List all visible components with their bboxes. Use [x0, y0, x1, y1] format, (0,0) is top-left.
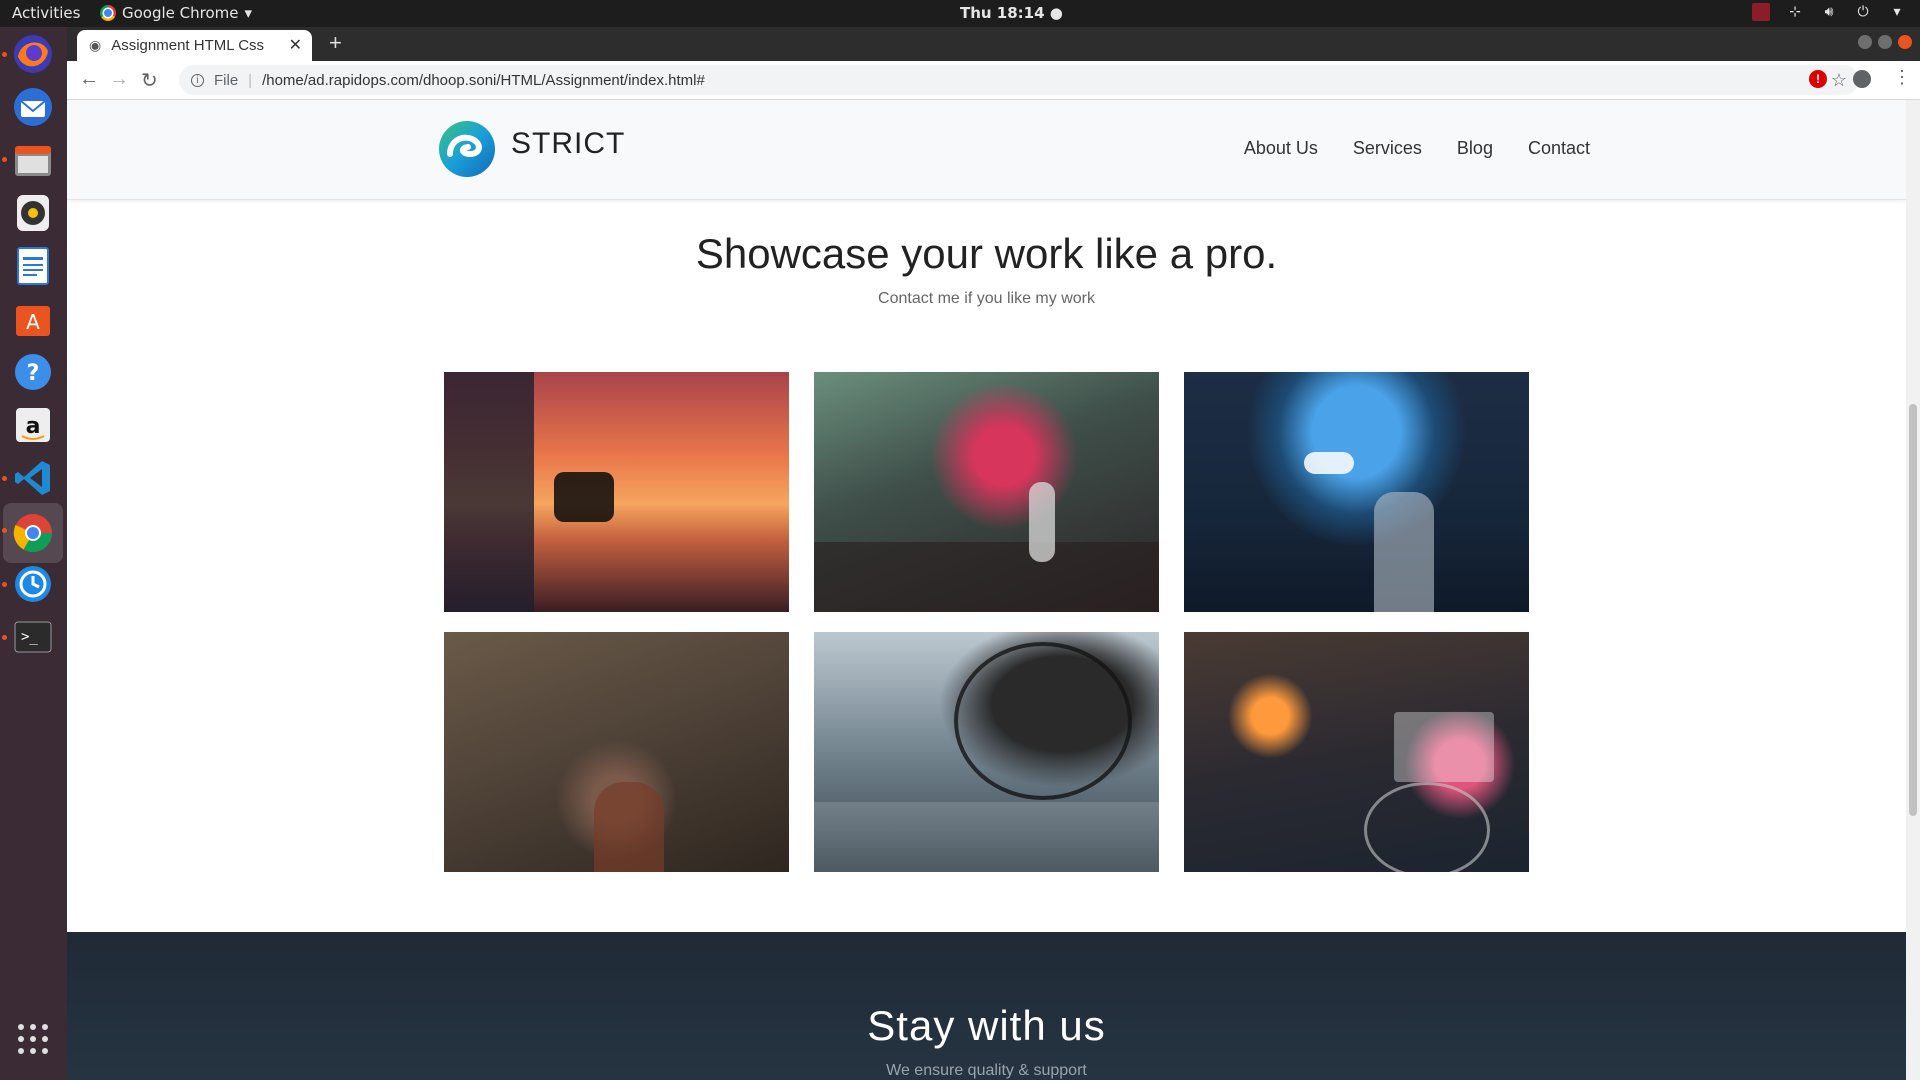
site-info-icon[interactable]: i	[191, 73, 204, 87]
clock[interactable]: Thu 18:14 ●	[960, 4, 1063, 22]
nav-link-blog[interactable]: Blog	[1457, 138, 1493, 159]
brand-name[interactable]: STRICT	[511, 127, 625, 161]
url-scheme: File	[214, 71, 239, 89]
extension-icon[interactable]: !	[1809, 70, 1827, 88]
butterflies-photo[interactable]	[444, 632, 789, 872]
libreoffice-writer-icon[interactable]	[9, 242, 57, 290]
stay-title: Stay with us	[867, 1002, 1106, 1049]
scrollbar-thumb[interactable]	[1909, 404, 1917, 816]
svg-text:A: A	[26, 310, 40, 334]
timeshift-icon[interactable]	[9, 560, 57, 608]
stay-section: Stay with us We ensure quality & support	[67, 932, 1906, 1080]
url-separator: |	[248, 71, 253, 89]
browser-toolbar: ← → ↻ i File | /home/ad.rapidops.com/dho…	[67, 61, 1920, 100]
new-tab-button[interactable]: +	[329, 30, 342, 56]
page-viewport: STRICT About Us Services Blog Contact Sh…	[67, 100, 1906, 1080]
software-center-icon[interactable]: A	[9, 295, 57, 343]
chevron-down-icon[interactable]: ▾	[1888, 3, 1906, 21]
app-menu-label: Google Chrome	[122, 4, 239, 22]
browser-tab-strip: ◉ Assignment HTML Css ✕ +	[67, 27, 1920, 61]
network-icon[interactable]: ⊹	[1786, 3, 1804, 21]
camera-sunset-photo[interactable]	[444, 372, 789, 612]
close-tab-icon[interactable]: ✕	[289, 35, 302, 55]
tab-title: Assignment HTML Css	[111, 37, 265, 54]
photo-gallery	[444, 372, 1530, 872]
address-bar[interactable]: i File | /home/ad.rapidops.com/dhoop.son…	[179, 65, 1859, 95]
thunderbird-icon[interactable]	[9, 83, 57, 131]
hero-subtitle: Contact me if you like my work	[878, 290, 1095, 307]
svg-text:?: ?	[27, 361, 40, 386]
activities-button[interactable]: Activities	[12, 4, 80, 22]
back-arrow-icon[interactable]: ←	[79, 68, 99, 91]
files-icon[interactable]	[9, 136, 57, 184]
svg-text:>_: >_	[21, 629, 38, 645]
page-favicon-icon: ◉	[89, 37, 102, 53]
minimize-icon[interactable]	[1858, 35, 1872, 49]
maximize-icon[interactable]	[1878, 35, 1892, 49]
amazon-icon[interactable]: a	[9, 401, 57, 449]
vscode-icon[interactable]	[9, 454, 57, 502]
hero-title: Showcase your work like a pro.	[695, 230, 1278, 277]
paint-splash-photo[interactable]	[814, 372, 1159, 612]
show-applications-icon[interactable]	[18, 1024, 48, 1054]
url-text[interactable]: /home/ad.rapidops.com/dhoop.soni/HTML/As…	[262, 72, 705, 89]
close-window-icon[interactable]	[1898, 35, 1912, 49]
nav-link-contact[interactable]: Contact	[1528, 138, 1590, 159]
bookmark-star-icon[interactable]: ☆	[1831, 70, 1847, 91]
chrome-icon	[100, 5, 116, 21]
firefox-icon[interactable]	[9, 30, 57, 78]
page-scrollbar[interactable]	[1906, 100, 1920, 1080]
power-icon[interactable]: ⏻	[1854, 3, 1872, 21]
nav-link-services[interactable]: Services	[1353, 138, 1422, 159]
volume-icon[interactable]: 🔊︎	[1820, 3, 1838, 21]
reload-icon[interactable]: ↻	[141, 68, 158, 93]
os-top-bar: Activities Google Chrome ▾ Thu 18:14 ● ⊹…	[0, 0, 1920, 27]
chrome-icon[interactable]	[3, 503, 63, 563]
site-logo-icon[interactable]	[438, 120, 496, 178]
site-header: STRICT About Us Services Blog Contact	[67, 100, 1906, 200]
system-tray[interactable]: ⊹ 🔊︎ ⏻ ▾	[1752, 3, 1906, 21]
kebab-menu-icon[interactable]: ⋮	[1893, 67, 1911, 88]
site-nav: About Us Services Blog Contact	[1244, 138, 1590, 159]
forward-arrow-icon[interactable]: →	[109, 68, 129, 91]
svg-text:a: a	[26, 414, 41, 439]
flower-basket-bicycle-photo[interactable]	[1184, 632, 1529, 872]
app-menu[interactable]: Google Chrome ▾	[100, 4, 252, 22]
dock: A ? a >_	[0, 27, 67, 1080]
browser-tab[interactable]: ◉ Assignment HTML Css ✕	[77, 30, 312, 61]
terminal-icon[interactable]: >_	[9, 613, 57, 661]
profile-avatar-icon[interactable]	[1853, 70, 1871, 88]
bicycle-wheel-photo[interactable]	[814, 632, 1159, 872]
window-controls	[1858, 35, 1912, 49]
user-indicator-icon[interactable]	[1752, 3, 1770, 21]
rhythmbox-icon[interactable]	[9, 189, 57, 237]
chevron-down-icon: ▾	[244, 4, 253, 22]
umbrella-girl-photo[interactable]	[1184, 372, 1529, 612]
nav-link-about[interactable]: About Us	[1244, 138, 1318, 159]
stay-subtitle: We ensure quality & support	[886, 1062, 1087, 1079]
help-icon[interactable]: ?	[9, 348, 57, 396]
